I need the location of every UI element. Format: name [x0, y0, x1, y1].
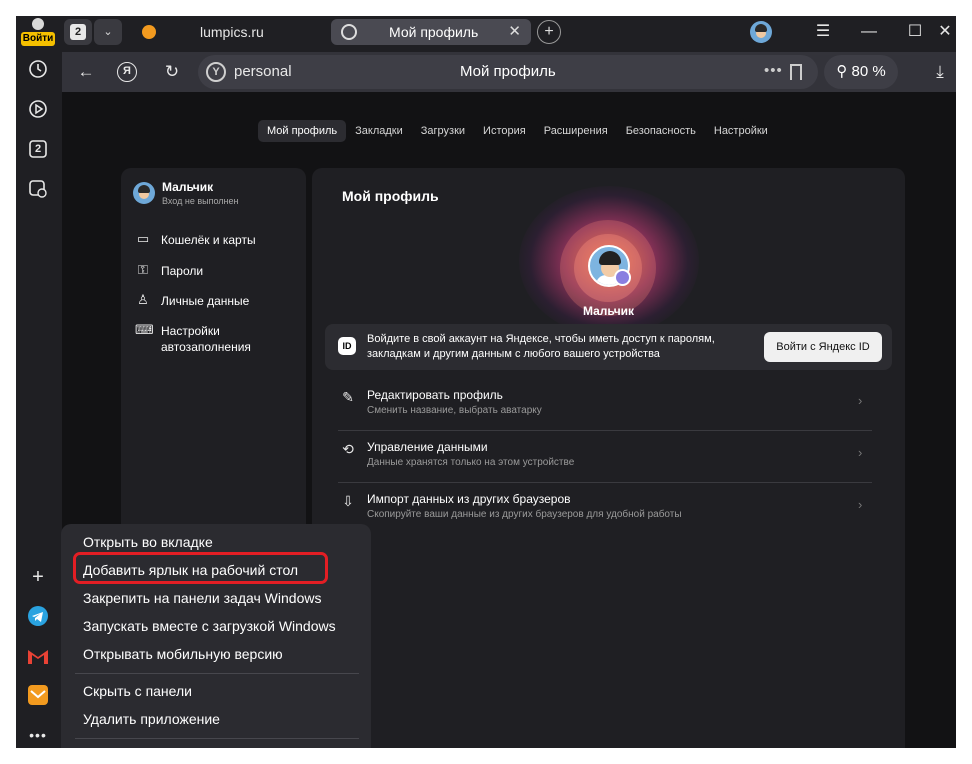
more-dots-icon[interactable]: •••: [764, 55, 783, 87]
row-edit-profile[interactable]: ✎ Редактировать профиль Сменить название…: [338, 379, 872, 431]
bookmark-icon[interactable]: [790, 64, 802, 80]
key-icon: ⚿: [138, 262, 148, 277]
panel-title: Мой профиль: [342, 188, 439, 204]
tabs-count-label: 2: [34, 143, 42, 155]
sidebar-item-label: Пароли: [161, 264, 204, 278]
chevron-right-icon: ›: [858, 393, 863, 408]
add-panel-icon[interactable]: +: [27, 566, 49, 588]
menu-item-hide-from-panel[interactable]: Скрыть с панели: [83, 679, 192, 703]
menu-item-open-in-tab[interactable]: Открыть во вкладке: [83, 530, 213, 554]
close-tab-icon[interactable]: ✕: [508, 19, 521, 45]
yandex-id-icon: ID: [338, 337, 356, 355]
row-subtitle: Скопируйте ваши данные из других браузер…: [367, 509, 682, 520]
pencil-icon: ✎: [342, 389, 354, 405]
tab-lumpics[interactable]: lumpics.ru: [132, 19, 322, 45]
play-icon[interactable]: [27, 98, 49, 120]
signin-text: Войдите в свой аккаунт на Яндексе, чтобы…: [367, 333, 715, 360]
mail-app-icon[interactable]: [27, 684, 49, 706]
download-icon[interactable]: ⤓: [928, 60, 952, 84]
tab-title: lumpics.ru: [200, 24, 264, 40]
import-icon: ⇩: [342, 493, 354, 509]
menu-item-open-mobile-version[interactable]: Открывать мобильную версию: [83, 642, 283, 666]
menu-divider: [75, 738, 359, 739]
tab-my-profile-settings[interactable]: Мой профиль: [258, 120, 347, 142]
tab-title: Мой профиль: [389, 24, 479, 40]
settings-tabs: Мой профиль Закладки Загрузки История Ра…: [258, 120, 777, 144]
profile-avatar[interactable]: [750, 21, 772, 43]
row-subtitle: Сменить название, выбрать аватарку: [367, 405, 542, 416]
zoom-button[interactable]: ⚲ 80 %: [824, 55, 898, 89]
app-context-menu: Открыть во вкладке Добавить ярлык на раб…: [61, 524, 371, 748]
row-import-data[interactable]: ⇩ Импорт данных из других браузеров Скоп…: [338, 483, 872, 535]
tabs-count-icon[interactable]: 2: [27, 138, 49, 160]
menu-item-remove-app[interactable]: Удалить приложение: [83, 707, 220, 731]
chevron-right-icon: ›: [858, 497, 863, 512]
url-text[interactable]: personal: [234, 55, 292, 89]
highlight-frame: [73, 552, 328, 584]
row-title: Редактировать профиль: [367, 388, 503, 402]
close-window-icon[interactable]: ✕: [922, 16, 956, 48]
reload-icon[interactable]: ↻: [160, 60, 184, 84]
sidebar-item-label: Личные данные: [161, 294, 250, 308]
user-status: Вход не выполнен: [162, 196, 239, 206]
gmail-icon[interactable]: [27, 645, 49, 667]
menu-divider: [75, 673, 359, 674]
user-icon: [32, 18, 44, 30]
tab-extensions[interactable]: Расширения: [535, 120, 617, 142]
screenshot-icon[interactable]: [27, 178, 49, 200]
autofill-icon: ⌨: [135, 322, 154, 337]
tab-bar: 2 ⌄ lumpics.ru Мой профиль ✕ + ☰ — ☐ ✕: [60, 16, 956, 48]
browser-window: Войти 2 + ••• 2 ⌄ lumpics.ru Мой профиль…: [16, 16, 956, 748]
sidebar-item-label: Кошелёк и карты: [161, 233, 256, 247]
edit-avatar-badge-icon[interactable]: [614, 269, 631, 286]
login-label: Войти: [21, 32, 55, 46]
tab-security[interactable]: Безопасность: [617, 120, 705, 142]
row-subtitle: Данные хранятся только на этом устройств…: [367, 457, 575, 468]
avatar: [133, 182, 155, 204]
tab-settings[interactable]: Настройки: [705, 120, 777, 142]
address-bar[interactable]: Y personal Мой профиль •••: [198, 55, 818, 89]
chevron-down-icon[interactable]: ⌄: [94, 19, 122, 45]
address-bar-row: ← Я ↻ Y personal Мой профиль ••• ⚲ 80 % …: [62, 52, 956, 92]
login-button[interactable]: Войти: [20, 18, 56, 46]
orange-favicon-icon: [142, 25, 156, 39]
sync-icon: ⟲: [342, 441, 354, 457]
history-clock-icon[interactable]: [27, 58, 49, 80]
row-title: Управление данными: [367, 440, 488, 454]
person-icon: ♙: [137, 292, 149, 307]
zoom-level: 80 %: [851, 63, 886, 80]
yandex-browser-icon: Y: [206, 62, 226, 82]
tab-downloads[interactable]: Загрузки: [412, 120, 474, 142]
row-title: Импорт данных из других браузеров: [367, 492, 571, 506]
menu-item-pin-taskbar[interactable]: Закрепить на панели задач Windows: [83, 586, 321, 610]
new-tab-button[interactable]: +: [537, 20, 561, 44]
tab-group-count: 2: [70, 24, 86, 40]
row-data-management[interactable]: ⟲ Управление данными Данные хранятся тол…: [338, 431, 872, 483]
signin-banner: ID Войдите в свой аккаунт на Яндексе, чт…: [325, 324, 892, 370]
yandex-icon[interactable]: Я: [117, 62, 137, 82]
back-arrow-icon[interactable]: ←: [74, 60, 98, 84]
menu-icon[interactable]: ☰: [800, 16, 846, 48]
telegram-icon[interactable]: [27, 605, 49, 627]
more-apps-icon[interactable]: •••: [27, 724, 49, 746]
menu-item-launch-with-windows[interactable]: Запускать вместе с загрузкой Windows: [83, 614, 336, 638]
tab-group-button[interactable]: 2: [64, 19, 92, 45]
sidebar-item-label: Настройки автозаполнения: [161, 324, 251, 354]
tab-my-profile[interactable]: Мой профиль ✕: [331, 19, 531, 45]
chevron-right-icon: ›: [858, 445, 863, 460]
signin-yandex-id-button[interactable]: Войти с Яндекс ID: [764, 332, 882, 362]
wallet-icon: ▭: [136, 231, 150, 246]
zoom-out-icon: ⚲: [836, 63, 848, 80]
side-panel: Войти 2 + •••: [16, 16, 60, 748]
user-name: Мальчик: [162, 180, 214, 194]
page-title: Мой профиль: [460, 63, 556, 80]
tab-history[interactable]: История: [474, 120, 535, 142]
profile-panel: Мой профиль Мальчик ID Войдите в свой ак…: [312, 168, 905, 748]
profile-name: Мальчик: [582, 304, 635, 318]
loading-favicon-icon: [341, 24, 357, 40]
tab-bookmarks[interactable]: Закладки: [346, 120, 412, 142]
minimize-icon[interactable]: —: [846, 16, 892, 48]
